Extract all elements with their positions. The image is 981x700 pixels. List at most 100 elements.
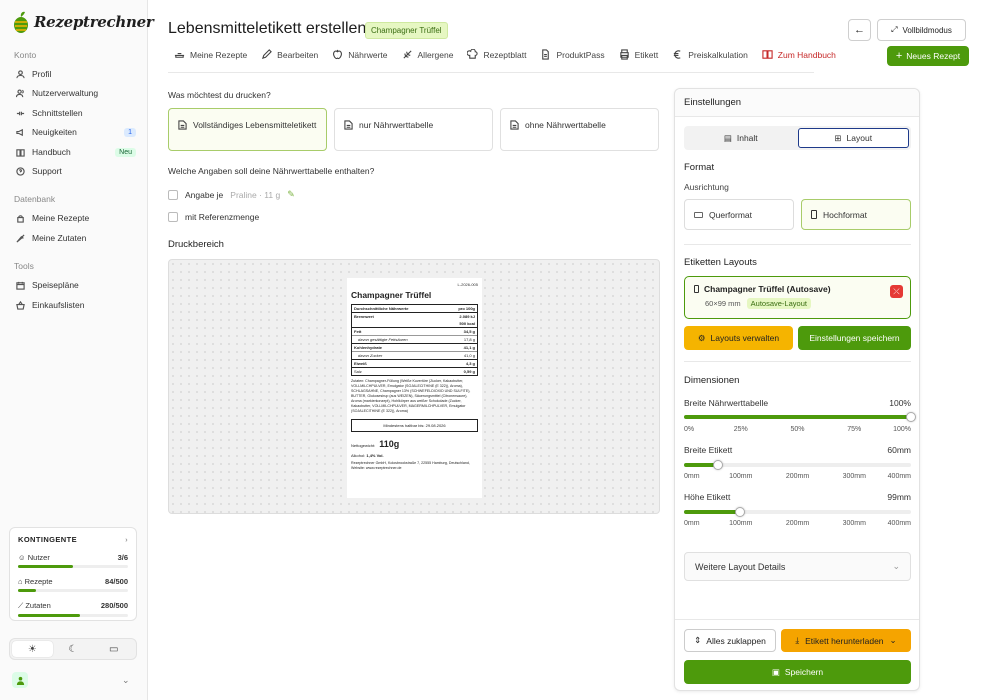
tab-label: Zum Handbuch	[777, 49, 836, 60]
tab-meine-rezepte[interactable]: Meine Rezepte	[174, 49, 247, 60]
option-label: Vollständiges Lebensmitteletikett	[193, 120, 317, 130]
sliders-icon: ⚙	[697, 332, 706, 343]
light-theme-icon[interactable]: ☀	[12, 641, 53, 657]
carrot-icon	[16, 233, 25, 243]
sidebar-item-label: Neuigkeiten	[32, 127, 77, 137]
dimensions-heading: Dimensionen	[684, 375, 740, 386]
option-label: Querformat	[709, 209, 752, 220]
sidebar-item-speiseplaene[interactable]: Speisepläne	[16, 280, 136, 290]
slider-thumb[interactable]	[906, 412, 916, 422]
chevron-down-icon: ⌄	[892, 561, 900, 571]
save-button[interactable]: ▣ Speichern	[684, 660, 911, 684]
sidebar-item-einkaufslisten[interactable]: Einkaufslisten	[16, 300, 136, 310]
quota-value: 280/500	[100, 601, 128, 610]
tab-content[interactable]: ▤ Inhalt	[686, 128, 796, 148]
grid-icon: ⊞	[834, 132, 842, 143]
more-layout-details-accordion[interactable]: Weitere Layout Details ⌄	[684, 552, 911, 581]
portrait-option[interactable]: Hochformat	[801, 199, 911, 230]
slider-label: Breite Etikett	[684, 445, 733, 455]
button-label: Alles zuklappen	[706, 635, 766, 646]
pencil-icon[interactable]: ✎	[287, 189, 295, 200]
tab-preiskalkulation[interactable]: Preiskalkulation	[672, 49, 748, 60]
button-label: Speichern	[784, 667, 824, 677]
slider-label-row: Höhe Etikett 99mm	[684, 492, 911, 502]
quota-value: 3/6	[117, 553, 128, 562]
main-content: Lebensmitteletikett erstellen Champagner…	[148, 0, 981, 700]
width-table-slider[interactable]	[684, 412, 916, 422]
logo[interactable]: Rezeptrechner	[12, 10, 154, 34]
panel-tabs: ▤ Inhalt ⊞ Layout	[684, 126, 911, 150]
divider	[168, 72, 814, 73]
print-option-without-nutrition[interactable]: ohne Nährwerttabelle	[500, 108, 659, 151]
accordion-label: Weitere Layout Details	[695, 561, 786, 572]
sidebar-item-neuigkeiten[interactable]: Neuigkeiten 1	[16, 127, 136, 137]
back-button[interactable]: ←	[848, 19, 871, 41]
layouts-heading: Etiketten Layouts	[684, 257, 757, 268]
slider-thumb[interactable]	[713, 460, 724, 470]
tab-layout[interactable]: ⊞ Layout	[797, 128, 909, 148]
tab-label: ProduktPass	[556, 49, 605, 60]
slider-value: 99mm	[887, 492, 911, 502]
dark-theme-icon[interactable]: ☾	[53, 641, 94, 657]
sidebar-item-schnittstellen[interactable]: Schnittstellen	[16, 108, 136, 118]
sidebar-item-profil[interactable]: Profil	[16, 69, 136, 79]
tab-produktpass[interactable]: ProduktPass	[540, 49, 605, 60]
tab-bearbeiten[interactable]: Bearbeiten	[261, 49, 318, 60]
collapse-all-button[interactable]: ⇕ Alles zuklappen	[684, 629, 776, 652]
checkbox[interactable]	[168, 189, 178, 200]
save-settings-button[interactable]: Einstellungen speichern	[798, 326, 911, 350]
tab-label: Etikett	[634, 49, 659, 60]
chevron-down-icon[interactable]: ⌄	[122, 675, 130, 686]
slider-thumb[interactable]	[735, 507, 746, 517]
print-option-full[interactable]: Vollständiges Lebensmitteletikett	[168, 108, 327, 151]
label-height-slider[interactable]	[684, 507, 911, 517]
fullscreen-button[interactable]: ⤢ Vollbildmodus	[877, 19, 966, 41]
document-icon	[178, 120, 187, 130]
tab-rezeptblatt[interactable]: Rezeptblatt	[467, 49, 526, 60]
table-row: Eiweiß 4,3 g	[352, 361, 477, 368]
tab-zum-handbuch[interactable]: Zum Handbuch	[762, 49, 836, 60]
print-area: L-2026-005 Champagner Trüffel Durchschni…	[168, 259, 660, 514]
users-icon	[16, 88, 24, 97]
option-label: nur Nährwerttabelle	[359, 120, 434, 130]
divider	[684, 361, 911, 362]
sidebar-item-handbuch[interactable]: Handbuch Neu	[16, 147, 136, 157]
avatar[interactable]	[12, 672, 28, 688]
download-label-button[interactable]: ⤓ Etikett herunterladen ⌄	[781, 629, 911, 652]
sidebar-item-meine-rezepte[interactable]: Meine Rezepte	[16, 213, 136, 223]
print-option-nutrition-only[interactable]: nur Nährwerttabelle	[334, 108, 493, 151]
euro-icon	[674, 50, 681, 59]
best-before-box: Mindestens haltbar bis: 29.08.2026	[351, 419, 478, 432]
system-theme-icon[interactable]: ▭	[93, 641, 134, 657]
manage-layouts-button[interactable]: ⚙ Layouts verwalten	[684, 326, 793, 350]
new-recipe-button[interactable]: + Neues Rezept	[887, 46, 969, 66]
carrot-icon-label: ⟋ Zutaten	[18, 601, 51, 610]
sidebar-item-meine-zutaten[interactable]: Meine Zutaten	[16, 233, 136, 243]
tab-allergene[interactable]: Allergene	[402, 49, 453, 60]
recipe-icon	[17, 214, 24, 223]
per-portion-checkbox[interactable]: Angabe je Praline · 11 g ✎	[168, 189, 295, 200]
fullscreen-label: Vollbildmodus	[902, 25, 952, 35]
tab-naehrwerte[interactable]: Nährwerte	[332, 49, 388, 60]
landscape-option[interactable]: Querformat	[684, 199, 794, 230]
checkbox[interactable]	[168, 212, 178, 222]
delete-layout-icon[interactable]: ⤫	[890, 285, 903, 298]
tab-etikett[interactable]: Etikett	[619, 49, 659, 60]
pencil-icon	[262, 49, 273, 60]
layout-card[interactable]: Champagner Trüffel (Autosave) 60×99 mm Au…	[684, 276, 911, 319]
sidebar: Rezeptrechner Konto Profil Nutzerverwalt…	[0, 0, 154, 700]
sidebar-item-support[interactable]: Support	[16, 166, 136, 176]
logo-text: Rezeptrechner	[34, 13, 154, 31]
manufacturer-text: Rezeptrechner GmbH, Kolosbrookstraße 7, …	[351, 461, 470, 470]
chevrons-icon: ⇕	[694, 635, 702, 645]
quota-row: ☺ Nutzer 3/6	[18, 553, 128, 568]
reference-checkbox[interactable]: mit Referenzmenge	[168, 212, 259, 222]
nutrition-question: Welche Angaben soll deine Nährwerttabell…	[168, 166, 375, 176]
label-width-slider[interactable]	[684, 460, 911, 470]
recipe-tag: Champagner Trüffel	[365, 22, 448, 39]
table-row: 500 kcal	[352, 320, 477, 328]
book-icon	[16, 148, 25, 157]
print-question: Was möchtest du drucken?	[168, 90, 271, 100]
quota-card[interactable]: KONTINGENTE › ☺ Nutzer 3/6 ⌂ Rezepte 84/500…	[9, 527, 137, 621]
sidebar-item-nutzerverwaltung[interactable]: Nutzerverwaltung	[16, 88, 136, 98]
